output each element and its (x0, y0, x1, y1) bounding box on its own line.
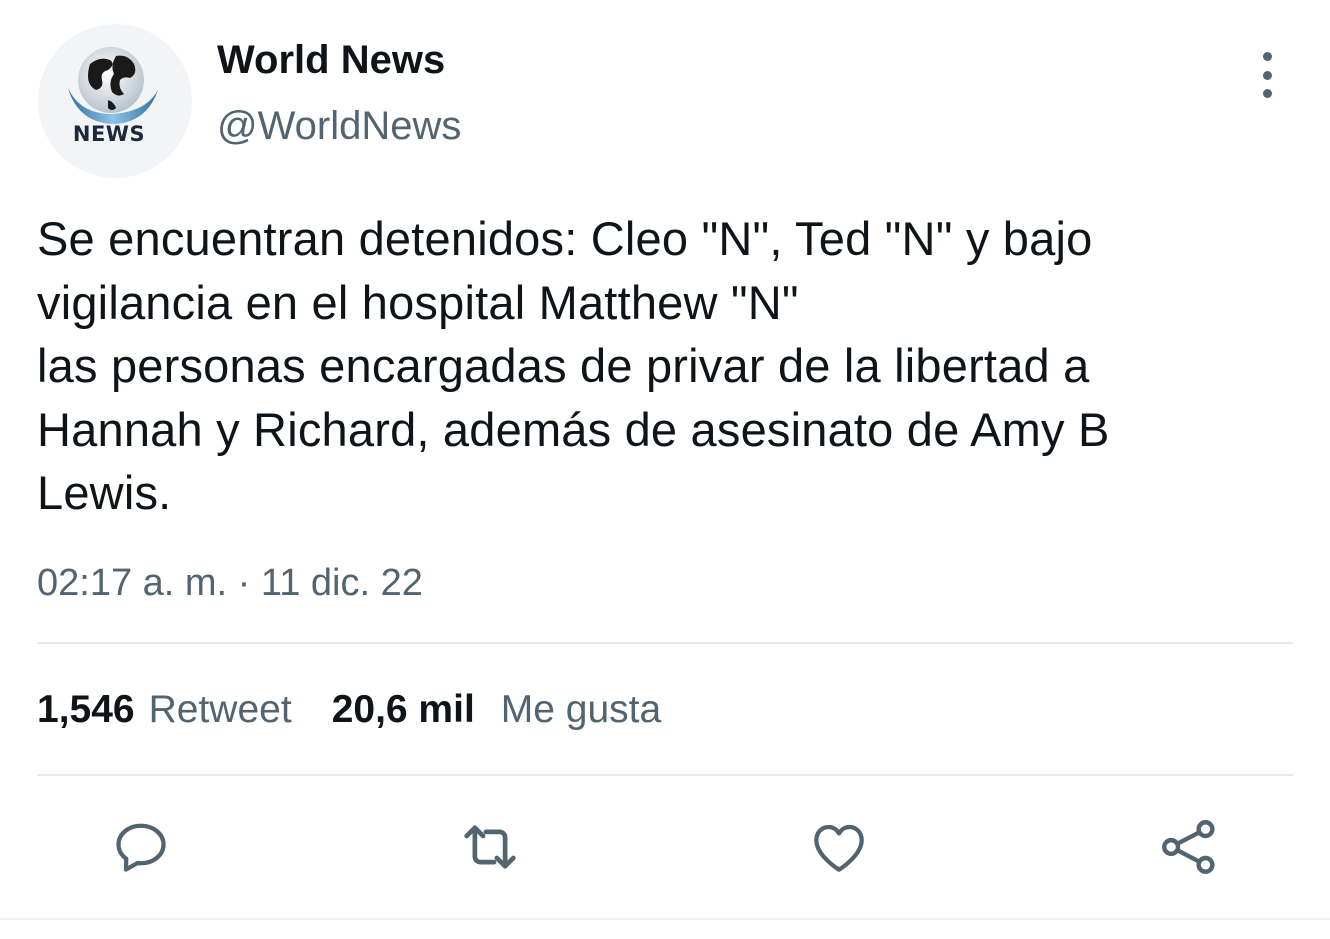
retweet-button[interactable] (455, 812, 525, 882)
more-dot (1262, 52, 1272, 61)
avatar[interactable]: NEWS (38, 24, 192, 178)
retweet-icon (464, 825, 516, 869)
divider (37, 774, 1293, 776)
more-dot (1262, 70, 1272, 80)
reply-icon (116, 823, 166, 872)
avatar-label: NEWS (72, 122, 146, 146)
reply-button[interactable] (106, 812, 176, 882)
more-vertical-icon[interactable] (1250, 52, 1284, 98)
tweet-timestamp[interactable]: 02:17 a. m. · 11 dic. 22 (37, 562, 423, 605)
share-icon (1162, 820, 1215, 874)
share-button[interactable] (1154, 812, 1224, 882)
like-icon (814, 824, 864, 872)
retweets-count[interactable]: 1,546 (37, 688, 135, 732)
globe-news-logo-icon (68, 47, 158, 124)
likes-count[interactable]: 20,6 mil (332, 688, 475, 732)
retweets-label[interactable]: Retweet (149, 688, 292, 732)
more-dot (1262, 89, 1272, 98)
divider (37, 642, 1293, 644)
bottom-divider (0, 918, 1330, 920)
tweet-text: Se encuentran detenidos: Cleo "N", Ted "… (37, 212, 1110, 519)
likes-label[interactable]: Me gusta (501, 688, 661, 732)
user-handle[interactable]: @WorldNews (217, 104, 461, 149)
display-name[interactable]: World News (217, 38, 445, 83)
like-button[interactable] (804, 812, 874, 882)
engagement-stats: 1,546 Retweet 20,6 mil Me gusta (37, 688, 661, 732)
